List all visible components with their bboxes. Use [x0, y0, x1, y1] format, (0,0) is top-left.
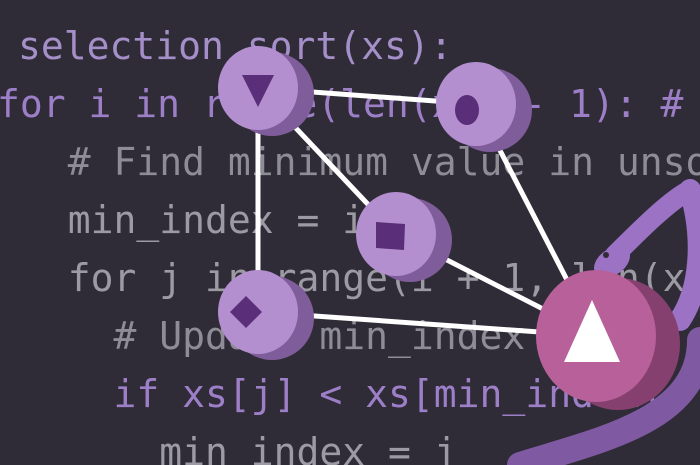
square-icon	[376, 222, 405, 250]
snake-eye	[603, 252, 609, 258]
illustration: selection_sort(xs): for i in range(len(x…	[0, 0, 700, 465]
graph-node	[436, 62, 532, 152]
graph-node	[218, 46, 314, 136]
snake-upper	[605, 180, 700, 265]
snake-neck	[669, 179, 700, 331]
graph-node-large	[536, 270, 680, 410]
graph-node	[218, 270, 314, 360]
graph-overlay	[218, 46, 700, 465]
circle-icon	[455, 95, 479, 125]
graph-node	[356, 192, 452, 282]
